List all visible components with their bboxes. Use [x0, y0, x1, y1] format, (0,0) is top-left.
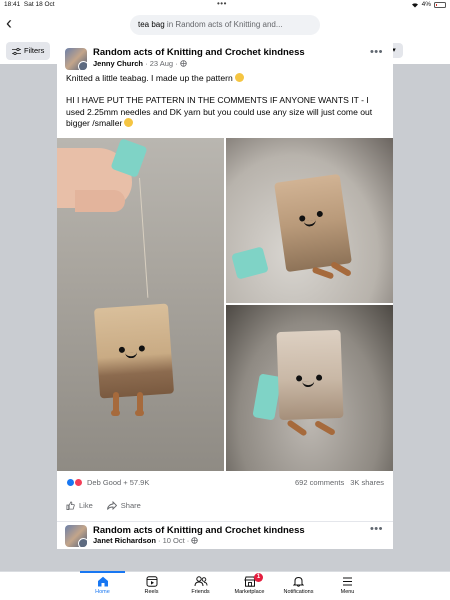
post-photo-sitting-teabag[interactable] — [226, 305, 393, 471]
shares-count[interactable]: 3K shares — [350, 478, 384, 487]
tab-marketplace[interactable]: 1 Marketplace — [225, 572, 274, 595]
post-card: Random acts of Knitting and Crochet kind… — [57, 42, 393, 522]
share-button[interactable]: Share — [106, 501, 141, 510]
tab-label: Home — [95, 589, 110, 595]
post-group-name[interactable]: Random acts of Knitting and Crochet kind… — [93, 525, 305, 536]
teal-tag-shape — [231, 246, 269, 280]
tab-notifications[interactable]: Notifications — [274, 572, 323, 595]
tab-friends[interactable]: Friends — [176, 572, 225, 595]
tab-home[interactable]: Home — [78, 571, 127, 595]
knitted-teabag-figure — [93, 303, 175, 399]
group-avatar[interactable] — [65, 525, 87, 547]
knitted-teabag-figure — [276, 329, 344, 421]
post-photo-hanging-teabag[interactable] — [57, 138, 224, 471]
battery-icon — [434, 1, 446, 8]
status-bar: 18:41 Sat 18 Oct ••• 4% — [0, 0, 450, 10]
status-time: 18:41 Sat 18 Oct — [4, 1, 55, 8]
tab-label: Friends — [191, 589, 210, 595]
tab-label: Menu — [340, 589, 355, 595]
globe-icon — [191, 537, 199, 544]
group-avatar[interactable] — [65, 48, 87, 70]
post-meta: Janet Richardson · 10 Oct · — [93, 536, 199, 545]
post-text-body: HI I HAVE PUT THE PATTERN IN THE COMMENT… — [66, 95, 373, 129]
post-photo-seated-teabag[interactable] — [226, 138, 393, 303]
bell-icon — [293, 576, 304, 587]
globe-icon — [179, 60, 187, 67]
post-date[interactable]: 23 Aug — [150, 59, 173, 68]
smile-emoji-icon — [124, 118, 134, 128]
string-shape — [139, 177, 149, 298]
smile-emoji-icon — [234, 73, 244, 82]
tab-label: Notifications — [283, 589, 314, 595]
bottom-tab-bar: Home Reels Friends 1 Marketplace Notific… — [0, 571, 450, 600]
thumbs-up-icon — [66, 501, 75, 510]
reels-icon — [146, 576, 157, 587]
share-arrow-icon — [106, 501, 117, 510]
post-more-options-icon[interactable]: ••• — [370, 523, 383, 535]
tab-label: Marketplace — [234, 589, 265, 595]
like-button[interactable]: Like — [66, 501, 93, 510]
comments-count[interactable]: 692 comments — [295, 478, 344, 487]
post-author[interactable]: Janet Richardson — [93, 536, 156, 545]
post-group-name[interactable]: Random acts of Knitting and Crochet kind… — [93, 47, 305, 58]
post-author[interactable]: Jenny Church — [93, 59, 143, 68]
post-text-line1: Knitted a little teabag. I made up the p… — [66, 73, 386, 84]
love-reaction-icon — [74, 478, 83, 487]
sliders-icon — [12, 47, 21, 55]
back-chevron-icon[interactable]: ‹ — [6, 13, 12, 33]
post-date[interactable]: 10 Oct — [163, 536, 185, 545]
hamburger-menu-icon — [343, 577, 352, 586]
like-label: Like — [79, 501, 93, 510]
next-post-card: Random acts of Knitting and Crochet kind… — [57, 521, 393, 549]
friends-icon — [194, 576, 207, 587]
search-input[interactable]: tea bag in Random acts of Knitting and..… — [130, 15, 320, 35]
post-meta: Jenny Church · 23 Aug · — [93, 59, 187, 68]
finger-shape — [75, 190, 125, 212]
status-right: 4% — [411, 1, 446, 8]
reactions-summary[interactable]: Deb Good + 57.9K — [66, 478, 149, 487]
post-more-options-icon[interactable]: ••• — [370, 46, 383, 58]
multitasking-dots[interactable]: ••• — [217, 0, 227, 8]
home-icon — [97, 576, 108, 587]
top-header: ‹ tea bag in Random acts of Knitting and… — [0, 10, 450, 40]
tab-menu[interactable]: Menu — [323, 572, 372, 595]
knitted-teabag-figure — [274, 173, 352, 273]
filters-label: Filters — [24, 46, 45, 55]
reactions-label: Deb Good + 57.9K — [87, 478, 150, 487]
post-actions: Like Share — [66, 501, 141, 510]
tab-reels[interactable]: Reels — [127, 572, 176, 595]
marketplace-badge: 1 — [254, 573, 263, 582]
battery-percent: 4% — [421, 1, 431, 8]
share-label: Share — [120, 501, 141, 510]
filters-button[interactable]: Filters — [6, 42, 51, 60]
wifi-icon — [411, 2, 418, 7]
tab-label: Reels — [144, 589, 159, 595]
engagement-counts: 692 comments 3K shares — [295, 478, 384, 487]
